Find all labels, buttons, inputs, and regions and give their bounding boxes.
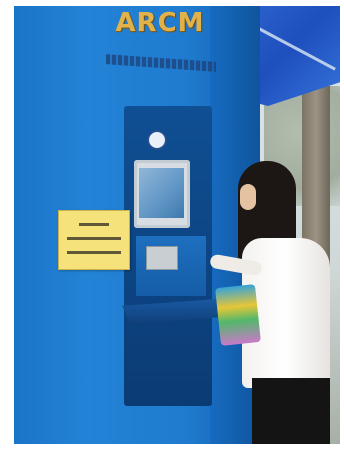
kiosk-keypad[interactable]: [146, 246, 178, 270]
woman-skirt: [252, 378, 330, 444]
woman-face: [240, 184, 256, 210]
notice-sign: [58, 210, 130, 270]
sign-text-line: [67, 237, 121, 240]
kiosk-logo: [147, 130, 167, 150]
kiosk-screen[interactable]: [139, 168, 184, 218]
sign-text-line: [67, 251, 121, 254]
colored-cards: [215, 284, 261, 346]
kiosk-title: ARCM: [115, 8, 205, 38]
sign-text-line: [79, 223, 109, 226]
scene: ARCM: [14, 6, 340, 444]
photo: ARCM: [0, 0, 344, 453]
